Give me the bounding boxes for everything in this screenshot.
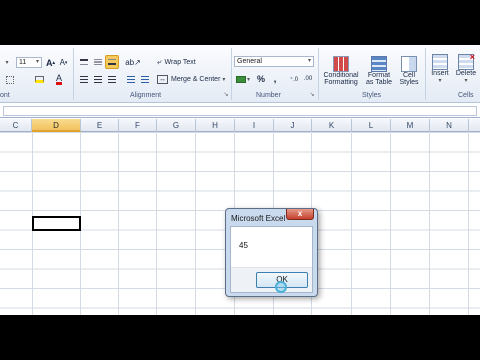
font-name-combo-edge[interactable]: ▾ bbox=[0, 57, 14, 68]
align-bottom-icon[interactable] bbox=[105, 55, 119, 69]
conditional-formatting-label-2: Formatting bbox=[324, 79, 358, 86]
cell-styles-label-2: Styles bbox=[399, 79, 419, 86]
column-header[interactable]: L bbox=[352, 119, 391, 132]
column-header[interactable]: J bbox=[274, 119, 312, 132]
gridline bbox=[390, 132, 391, 315]
column-header[interactable]: K bbox=[312, 119, 352, 132]
wrap-text-label: Wrap Text bbox=[164, 58, 196, 66]
dialog-launcher-icon[interactable]: ↘ bbox=[222, 90, 230, 99]
gridline bbox=[468, 132, 469, 315]
font-group-label: ont bbox=[0, 92, 10, 99]
column-header-selected[interactable]: D bbox=[32, 119, 81, 132]
format-as-table-icon bbox=[371, 56, 387, 72]
styles-group-label: Styles bbox=[362, 92, 382, 99]
conditional-formatting-label: Conditional bbox=[323, 72, 359, 79]
grow-font-icon[interactable]: A ▴ bbox=[45, 57, 56, 68]
align-middle-icon[interactable] bbox=[92, 57, 104, 67]
comma-style-button[interactable]: , bbox=[270, 73, 280, 85]
delete-button[interactable]: × Delete ▾ bbox=[453, 51, 479, 87]
cursor-highlight-icon bbox=[275, 281, 287, 293]
column-header[interactable]: I bbox=[235, 119, 274, 132]
accounting-format-icon[interactable]: ▾ bbox=[235, 73, 251, 85]
insert-button[interactable]: Insert ▾ bbox=[428, 51, 452, 87]
dialog-body: 45 OK bbox=[230, 226, 313, 293]
insert-cells-icon bbox=[432, 54, 448, 70]
align-top-icon[interactable] bbox=[78, 57, 90, 67]
chevron-down-icon: ▾ bbox=[307, 58, 311, 64]
cell-styles-button[interactable]: Cell Styles bbox=[396, 51, 422, 91]
column-header[interactable]: F bbox=[119, 119, 157, 132]
column-header[interactable]: H bbox=[196, 119, 235, 132]
increase-decimal-icon[interactable]: ⁺.0 bbox=[288, 73, 300, 85]
gridline bbox=[351, 132, 352, 315]
cell-styles-icon bbox=[401, 56, 417, 72]
chevron-down-icon: ▾ bbox=[464, 78, 468, 84]
percent-style-button[interactable]: % bbox=[256, 73, 266, 85]
number-format-value: General bbox=[237, 58, 262, 65]
cell-styles-label: Cell bbox=[402, 72, 416, 79]
chevron-down-icon: ▾ bbox=[438, 78, 442, 84]
align-left-icon[interactable] bbox=[78, 74, 90, 84]
dialog-message: 45 bbox=[239, 241, 248, 250]
merge-center-button[interactable]: ↔ Merge & Center ▾ bbox=[157, 73, 227, 85]
formula-input[interactable] bbox=[3, 106, 477, 116]
divider bbox=[73, 48, 74, 100]
chevron-down-icon: ▾ bbox=[222, 76, 226, 83]
align-center-icon[interactable] bbox=[92, 74, 104, 84]
font-color-icon[interactable]: A bbox=[52, 74, 66, 85]
decrease-decimal-icon[interactable]: .00 bbox=[302, 73, 314, 85]
formula-bar bbox=[0, 104, 480, 118]
chevron-down-icon: ▾ bbox=[35, 59, 39, 65]
increase-indent-icon[interactable] bbox=[139, 74, 151, 84]
dialog-footer: OK bbox=[231, 267, 312, 292]
divider bbox=[425, 48, 426, 100]
divider bbox=[231, 48, 232, 100]
column-header[interactable]: C bbox=[0, 119, 32, 132]
format-as-table-button[interactable]: Format as Table bbox=[363, 51, 395, 91]
column-header[interactable]: E bbox=[81, 119, 119, 132]
align-right-icon[interactable] bbox=[106, 74, 118, 84]
column-header[interactable]: N bbox=[430, 119, 469, 132]
borders-icon[interactable] bbox=[4, 74, 16, 85]
font-size-value: 11 bbox=[19, 59, 27, 66]
ribbon: 11 ▾ ▾ A ▴ A ▾ A ont ab↗ ⤶ Wrap Text ↔ M… bbox=[0, 45, 480, 103]
font-size-combo[interactable]: 11 ▾ bbox=[16, 57, 42, 68]
delete-label: Delete bbox=[455, 70, 477, 77]
number-group-label: Number bbox=[256, 92, 281, 99]
shrink-font-icon[interactable]: A ▾ bbox=[58, 57, 69, 68]
fill-color-icon[interactable] bbox=[32, 74, 46, 85]
message-box: Microsoft Excel x 45 OK bbox=[225, 208, 318, 297]
close-icon: x bbox=[297, 209, 303, 218]
wrap-text-icon: ⤶ bbox=[157, 57, 162, 66]
delete-cells-icon: × bbox=[458, 52, 475, 70]
divider bbox=[318, 48, 319, 100]
alignment-group-label: Alignment bbox=[130, 92, 162, 99]
gridline bbox=[195, 132, 196, 315]
cells-group-label: Cells bbox=[458, 92, 474, 99]
format-as-table-label: Format bbox=[367, 72, 391, 79]
column-header[interactable]: M bbox=[391, 119, 430, 132]
conditional-formatting-icon bbox=[333, 56, 349, 72]
gridline bbox=[156, 132, 157, 315]
orientation-icon[interactable]: ab↗ bbox=[125, 57, 141, 67]
excel-window: 11 ▾ ▾ A ▴ A ▾ A ont ab↗ ⤶ Wrap Text ↔ M… bbox=[0, 45, 480, 315]
dialog-launcher-icon[interactable]: ↘ bbox=[308, 90, 316, 99]
active-cell[interactable] bbox=[32, 216, 81, 231]
close-button[interactable]: x bbox=[286, 209, 314, 220]
merge-center-label: Merge & Center bbox=[171, 75, 221, 83]
chevron-down-icon: ▾ bbox=[5, 60, 9, 66]
number-format-combo[interactable]: General ▾ bbox=[234, 56, 314, 67]
insert-label: Insert bbox=[431, 70, 449, 77]
format-as-table-label-2: as Table bbox=[366, 79, 392, 86]
gridline bbox=[118, 132, 119, 315]
decrease-indent-icon[interactable] bbox=[125, 74, 137, 84]
dialog-title: Microsoft Excel bbox=[231, 214, 286, 223]
gridline bbox=[429, 132, 430, 315]
column-header[interactable]: G bbox=[157, 119, 196, 132]
conditional-formatting-button[interactable]: Conditional Formatting bbox=[320, 51, 362, 91]
merge-icon: ↔ bbox=[157, 74, 168, 84]
wrap-text-button[interactable]: ⤶ Wrap Text bbox=[157, 56, 209, 68]
column-header-row: C D E F G H I J K L M N bbox=[0, 119, 480, 132]
